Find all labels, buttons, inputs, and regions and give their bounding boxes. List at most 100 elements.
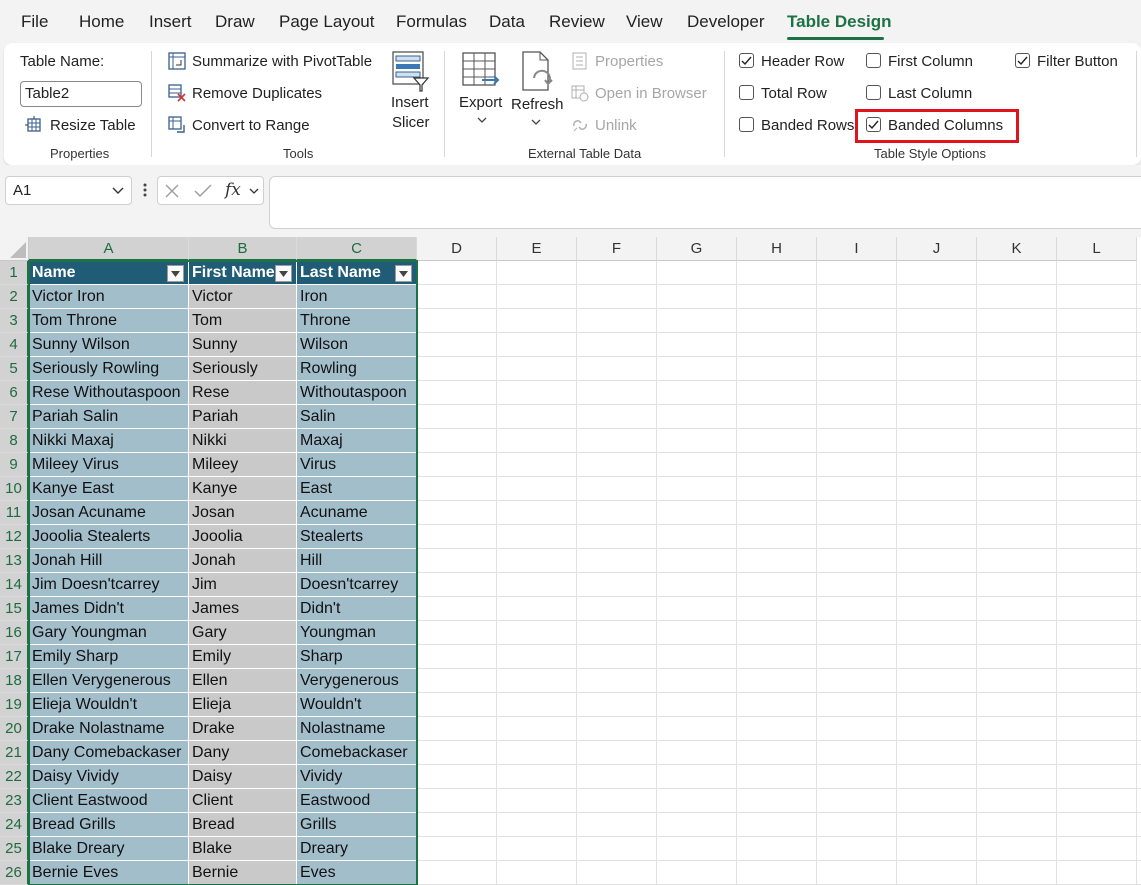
table-cell[interactable]: Elieja bbox=[189, 693, 297, 717]
resize-table-button[interactable]: Resize Table bbox=[50, 117, 136, 134]
row-header[interactable]: 8 bbox=[0, 429, 29, 453]
tab-data[interactable]: Data bbox=[489, 12, 525, 32]
table-cell[interactable]: Drake Nolastname bbox=[29, 717, 189, 741]
table-cell[interactable]: Gary bbox=[189, 621, 297, 645]
table-cell[interactable]: Victor Iron bbox=[29, 285, 189, 309]
column-header-c[interactable]: C bbox=[297, 237, 417, 261]
table-cell[interactable]: Drake bbox=[189, 717, 297, 741]
export-button[interactable]: Export bbox=[459, 94, 502, 111]
summarize-pivottable-button[interactable]: Summarize with PivotTable bbox=[192, 53, 372, 70]
table-cell[interactable]: Emily Sharp bbox=[29, 645, 189, 669]
insert-slicer-label-1[interactable]: Insert bbox=[391, 94, 429, 111]
remove-duplicates-button[interactable]: Remove Duplicates bbox=[192, 85, 322, 102]
table-cell[interactable]: Seriously bbox=[189, 357, 297, 381]
table-cell[interactable]: Wouldn't bbox=[297, 693, 417, 717]
row-header[interactable]: 3 bbox=[0, 309, 29, 333]
cancel-icon[interactable] bbox=[165, 184, 179, 198]
table-cell[interactable]: Client Eastwood bbox=[29, 789, 189, 813]
table-cell[interactable]: Acuname bbox=[297, 501, 417, 525]
table-cell[interactable]: Tom Throne bbox=[29, 309, 189, 333]
filter-dropdown-button[interactable] bbox=[275, 265, 292, 282]
table-cell[interactable]: Nikki Maxaj bbox=[29, 429, 189, 453]
table-cell[interactable]: Maxaj bbox=[297, 429, 417, 453]
formula-input[interactable] bbox=[269, 176, 1141, 229]
row-header[interactable]: 5 bbox=[0, 357, 29, 381]
table-cell[interactable]: Elieja Wouldn't bbox=[29, 693, 189, 717]
table-cell[interactable]: Jonah bbox=[189, 549, 297, 573]
column-header-g[interactable]: G bbox=[657, 237, 737, 261]
row-header[interactable]: 14 bbox=[0, 573, 29, 597]
enter-check-icon[interactable] bbox=[194, 184, 212, 198]
table-cell[interactable]: Youngman bbox=[297, 621, 417, 645]
more-options-icon[interactable] bbox=[143, 182, 147, 198]
table-cell[interactable]: Eves bbox=[297, 861, 417, 885]
tab-insert[interactable]: Insert bbox=[149, 12, 192, 32]
table-cell[interactable]: Daisy bbox=[189, 765, 297, 789]
table-cell[interactable]: Iron bbox=[297, 285, 417, 309]
table-cell[interactable]: Blake Dreary bbox=[29, 837, 189, 861]
table-cell[interactable]: Kanye East bbox=[29, 477, 189, 501]
banded-rows-checkbox[interactable] bbox=[739, 117, 754, 132]
column-header-l[interactable]: L bbox=[1057, 237, 1137, 261]
row-header[interactable]: 6 bbox=[0, 381, 29, 405]
banded-rows-label[interactable]: Banded Rows bbox=[761, 117, 854, 134]
tab-review[interactable]: Review bbox=[549, 12, 605, 32]
table-cell[interactable]: Jooolia bbox=[189, 525, 297, 549]
table-cell[interactable]: Jim bbox=[189, 573, 297, 597]
table-cell[interactable]: Jonah Hill bbox=[29, 549, 189, 573]
table-cell[interactable]: Verygenerous bbox=[297, 669, 417, 693]
table-cell[interactable]: Daisy Vividy bbox=[29, 765, 189, 789]
table-cell[interactable]: Stealerts bbox=[297, 525, 417, 549]
table-cell[interactable]: Comebackaser bbox=[297, 741, 417, 765]
column-header-j[interactable]: J bbox=[897, 237, 977, 261]
table-cell[interactable]: Pariah bbox=[189, 405, 297, 429]
tab-table-design[interactable]: Table Design bbox=[787, 12, 892, 32]
filter-dropdown-button[interactable] bbox=[395, 265, 412, 282]
table-header-cell[interactable]: Last Name bbox=[297, 261, 417, 285]
table-cell[interactable]: Sharp bbox=[297, 645, 417, 669]
column-header-b[interactable]: B bbox=[189, 237, 297, 261]
row-header[interactable]: 18 bbox=[0, 669, 29, 693]
table-cell[interactable]: Jim Doesn'tcarrey bbox=[29, 573, 189, 597]
table-cell[interactable]: Sunny Wilson bbox=[29, 333, 189, 357]
table-cell[interactable]: Mileey bbox=[189, 453, 297, 477]
first-column-label[interactable]: First Column bbox=[888, 53, 973, 70]
row-header[interactable]: 22 bbox=[0, 765, 29, 789]
row-header[interactable]: 4 bbox=[0, 333, 29, 357]
table-cell[interactable]: Wilson bbox=[297, 333, 417, 357]
table-cell[interactable]: Client bbox=[189, 789, 297, 813]
table-cell[interactable]: Nolastname bbox=[297, 717, 417, 741]
table-cell[interactable]: Josan Acuname bbox=[29, 501, 189, 525]
tab-home[interactable]: Home bbox=[79, 12, 124, 32]
properties-button[interactable]: Properties bbox=[595, 53, 663, 70]
table-cell[interactable]: Pariah Salin bbox=[29, 405, 189, 429]
row-header[interactable]: 25 bbox=[0, 837, 29, 861]
row-header[interactable]: 15 bbox=[0, 597, 29, 621]
filter-button-checkbox[interactable] bbox=[1015, 53, 1030, 68]
row-header[interactable]: 24 bbox=[0, 813, 29, 837]
table-cell[interactable]: James bbox=[189, 597, 297, 621]
table-cell[interactable]: Blake bbox=[189, 837, 297, 861]
table-cell[interactable]: Mileey Virus bbox=[29, 453, 189, 477]
tab-file[interactable]: File bbox=[21, 12, 48, 32]
tab-formulas[interactable]: Formulas bbox=[396, 12, 467, 32]
table-cell[interactable]: East bbox=[297, 477, 417, 501]
table-cell[interactable]: Josan bbox=[189, 501, 297, 525]
column-header-k[interactable]: K bbox=[977, 237, 1057, 261]
row-header[interactable]: 7 bbox=[0, 405, 29, 429]
table-cell[interactable]: Vividy bbox=[297, 765, 417, 789]
table-cell[interactable]: Ellen bbox=[189, 669, 297, 693]
table-cell[interactable]: Bread bbox=[189, 813, 297, 837]
column-header-h[interactable]: H bbox=[737, 237, 817, 261]
row-header[interactable]: 16 bbox=[0, 621, 29, 645]
table-cell[interactable]: Grills bbox=[297, 813, 417, 837]
row-header[interactable]: 21 bbox=[0, 741, 29, 765]
table-cell[interactable]: James Didn't bbox=[29, 597, 189, 621]
table-cell[interactable]: Emily bbox=[189, 645, 297, 669]
filter-dropdown-button[interactable] bbox=[167, 265, 184, 282]
first-column-checkbox[interactable] bbox=[866, 53, 881, 68]
table-cell[interactable]: Throne bbox=[297, 309, 417, 333]
table-cell[interactable]: Tom bbox=[189, 309, 297, 333]
open-in-browser-button[interactable]: Open in Browser bbox=[595, 85, 707, 102]
unlink-button[interactable]: Unlink bbox=[595, 117, 637, 134]
